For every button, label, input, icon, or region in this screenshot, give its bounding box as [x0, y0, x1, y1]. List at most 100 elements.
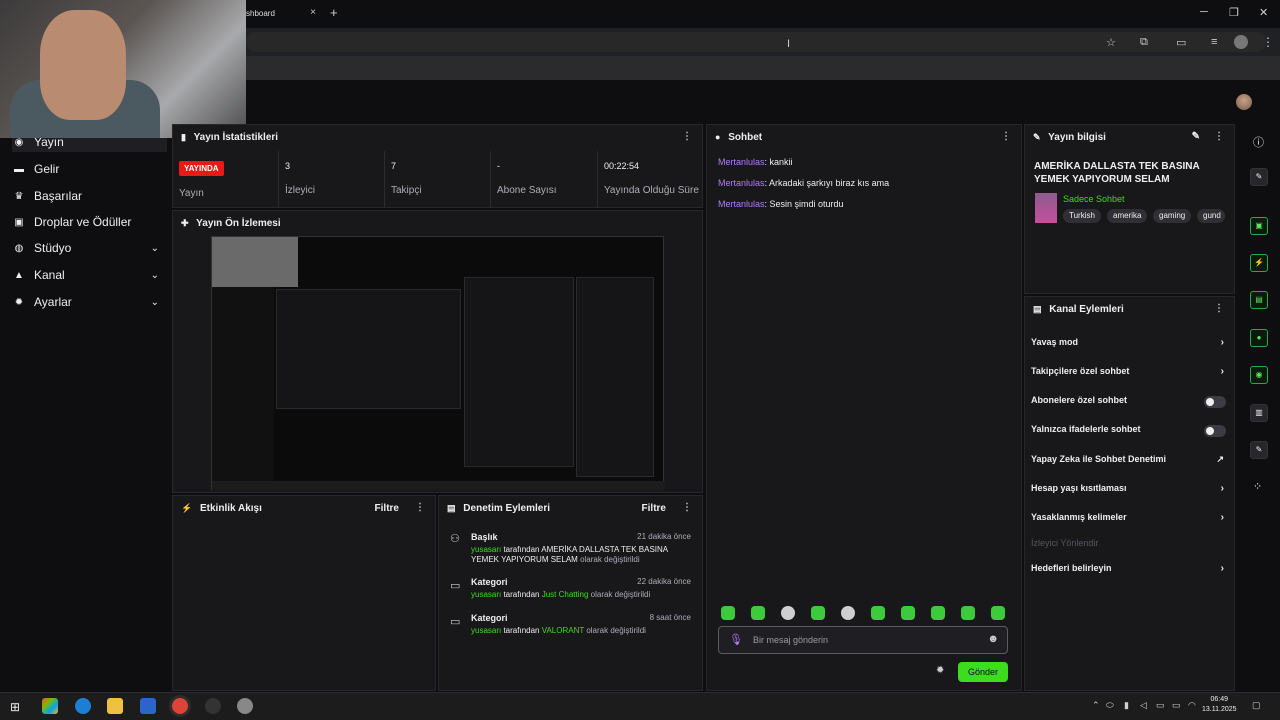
- app-icon[interactable]: [237, 698, 253, 714]
- emote-icon[interactable]: [961, 606, 975, 620]
- sidebar-item-studyo[interactable]: ◍ Stüdyo ⌄: [12, 238, 167, 258]
- banned-words-action[interactable]: Yasaklanmış kelimeler ›: [1031, 512, 1226, 530]
- chat-username[interactable]: Mertanlulas: [718, 199, 765, 209]
- more-options-icon[interactable]: ⋮: [415, 502, 425, 513]
- broadcast-icon[interactable]: ◉: [1250, 366, 1268, 384]
- new-tab-button[interactable]: +: [330, 5, 338, 20]
- tab-close-icon[interactable]: ×: [310, 7, 316, 18]
- stat-label: Takipçi: [391, 185, 422, 196]
- layout-icon[interactable]: ▥: [1250, 404, 1268, 422]
- emote-only-toggle[interactable]: [1204, 425, 1226, 437]
- cast-icon[interactable]: ▭: [1176, 36, 1186, 49]
- chevron-right-icon: ›: [1220, 366, 1224, 377]
- edit-icon[interactable]: ✎: [1250, 168, 1268, 186]
- bookmark-star-icon[interactable]: ☆: [1106, 36, 1116, 49]
- browser-menu-icon[interactable]: ⋮: [1262, 35, 1274, 49]
- more-options-icon[interactable]: ⋮: [682, 502, 692, 513]
- edit-icon[interactable]: ✎: [1192, 131, 1200, 142]
- filter-button[interactable]: Filtre: [642, 503, 666, 514]
- maximize-button[interactable]: ❐: [1229, 6, 1239, 19]
- battery-icon[interactable]: ▭: [1172, 700, 1181, 711]
- account-age-action[interactable]: Hesap yaşı kısıtlaması ›: [1031, 483, 1226, 501]
- media-icon[interactable]: ≡: [1211, 36, 1217, 48]
- sidebar-item-gelir[interactable]: ▬ Gelir: [12, 159, 167, 179]
- gear-icon: ✹: [14, 296, 24, 308]
- chevron-up-icon[interactable]: ⌃: [1092, 700, 1100, 711]
- emote-icon[interactable]: [811, 606, 825, 620]
- wrench-icon[interactable]: ✎: [1250, 441, 1268, 459]
- chat-input[interactable]: 🎙 Bir mesaj gönderin ☻: [718, 626, 1008, 654]
- apps-icon[interactable]: ⁘: [1253, 480, 1262, 493]
- tag[interactable]: gaming: [1153, 209, 1192, 223]
- lightning-icon[interactable]: ⚡: [1250, 254, 1268, 272]
- microphone-icon[interactable]: ▮: [1124, 700, 1129, 711]
- emote-icon[interactable]: [781, 606, 795, 620]
- wifi-icon[interactable]: ◠: [1188, 700, 1196, 711]
- more-options-icon[interactable]: ⋮: [682, 131, 692, 142]
- store-icon[interactable]: [140, 698, 156, 714]
- tag[interactable]: Turkish: [1063, 209, 1101, 223]
- slow-mode-action[interactable]: Yavaş mod ›: [1031, 337, 1226, 355]
- speaker-icon[interactable]: ◁: [1140, 700, 1147, 711]
- chevron-down-icon: ⌄: [150, 269, 159, 281]
- emote-only-action[interactable]: Yalnızca ifadelerle sohbet: [1031, 424, 1226, 442]
- start-icon[interactable]: ⊞: [10, 700, 20, 714]
- chat-settings-icon[interactable]: ✹: [936, 665, 944, 676]
- sidebar-item-label: Droplar ve Ödüller: [34, 215, 132, 229]
- chat-username[interactable]: Mertanlulas: [718, 157, 765, 167]
- monitor-icon[interactable]: ▭: [1156, 700, 1165, 711]
- emote-icon[interactable]: [991, 606, 1005, 620]
- tag[interactable]: amerika: [1107, 209, 1148, 223]
- chat-bubble-icon[interactable]: ●: [1250, 329, 1268, 347]
- avatar[interactable]: [1236, 94, 1252, 110]
- emote-icon[interactable]: [751, 606, 765, 620]
- emote-icon[interactable]: [931, 606, 945, 620]
- followers-only-action[interactable]: Takipçilere özel sohbet ›: [1031, 366, 1226, 384]
- emote-icon[interactable]: [841, 606, 855, 620]
- sidebar-item-kanal[interactable]: ▲ Kanal ⌄: [12, 265, 167, 285]
- more-options-icon[interactable]: ⋮: [1214, 131, 1224, 142]
- ai-moderation-action[interactable]: Yapay Zeka ile Sohbet Denetimi ↗: [1031, 454, 1226, 472]
- microphone-icon[interactable]: 🎙: [729, 633, 743, 646]
- more-options-icon[interactable]: ⋮: [1001, 131, 1011, 142]
- sidebar-item-ayarlar[interactable]: ✹ Ayarlar ⌄: [12, 292, 167, 312]
- sidebar-item-basarilar[interactable]: ♛ Başarılar: [12, 186, 167, 206]
- copilot-icon[interactable]: [42, 698, 58, 714]
- audit-type: Kategori: [471, 577, 508, 587]
- viewers-stat: 3 İzleyici: [279, 151, 385, 207]
- close-window-button[interactable]: ✕: [1259, 6, 1268, 19]
- system-clock[interactable]: 06:49 13.11.2025: [1202, 695, 1237, 715]
- emote-icon[interactable]: [721, 606, 735, 620]
- notification-icon[interactable]: ▢: [1252, 700, 1261, 711]
- sidebar-item-label: Başarılar: [34, 189, 83, 203]
- send-button[interactable]: Gönder: [958, 662, 1008, 682]
- clip-icon[interactable]: ▣: [1250, 217, 1268, 235]
- profile-icon[interactable]: [1234, 35, 1248, 49]
- document-icon[interactable]: ▤: [1250, 291, 1268, 309]
- stream-preview-video[interactable]: [211, 236, 665, 490]
- file-explorer-icon[interactable]: [107, 698, 123, 714]
- subscribers-only-action[interactable]: Abonelere özel sohbet: [1031, 395, 1226, 413]
- subscribers-only-toggle[interactable]: [1204, 396, 1226, 408]
- info-icon[interactable]: ⓘ: [1253, 134, 1264, 150]
- emote-icon[interactable]: [901, 606, 915, 620]
- category-name[interactable]: Sadece Sohbet: [1063, 194, 1125, 204]
- sidebar-item-droplar[interactable]: ▣ Droplar ve Ödüller: [12, 212, 167, 232]
- tag[interactable]: gund: [1197, 209, 1225, 223]
- live-badge: YAYINDA: [179, 161, 224, 176]
- panel-header: ⚡ Etkinlik Akışı Filtre ⋮: [173, 496, 435, 522]
- edge-icon[interactable]: [75, 698, 91, 714]
- filter-button[interactable]: Filtre: [375, 503, 399, 514]
- goals-action[interactable]: Hedefleri belirleyin ›: [1031, 563, 1226, 581]
- chrome-icon[interactable]: [172, 698, 188, 714]
- browser-tab[interactable]: shboard ×: [246, 3, 322, 25]
- more-options-icon[interactable]: ⋮: [1214, 303, 1224, 314]
- emoji-icon[interactable]: ☻: [987, 633, 999, 645]
- obs-icon[interactable]: [205, 698, 221, 714]
- network-icon[interactable]: ⬭: [1106, 700, 1114, 711]
- minimize-button[interactable]: ─: [1200, 6, 1208, 18]
- extensions-icon[interactable]: ⧉: [1140, 36, 1148, 49]
- chat-username[interactable]: Mertanlulas: [718, 178, 765, 188]
- emote-icon[interactable]: [871, 606, 885, 620]
- chat-message: Mertanlulas: Sesin şimdi oturdu: [718, 199, 844, 209]
